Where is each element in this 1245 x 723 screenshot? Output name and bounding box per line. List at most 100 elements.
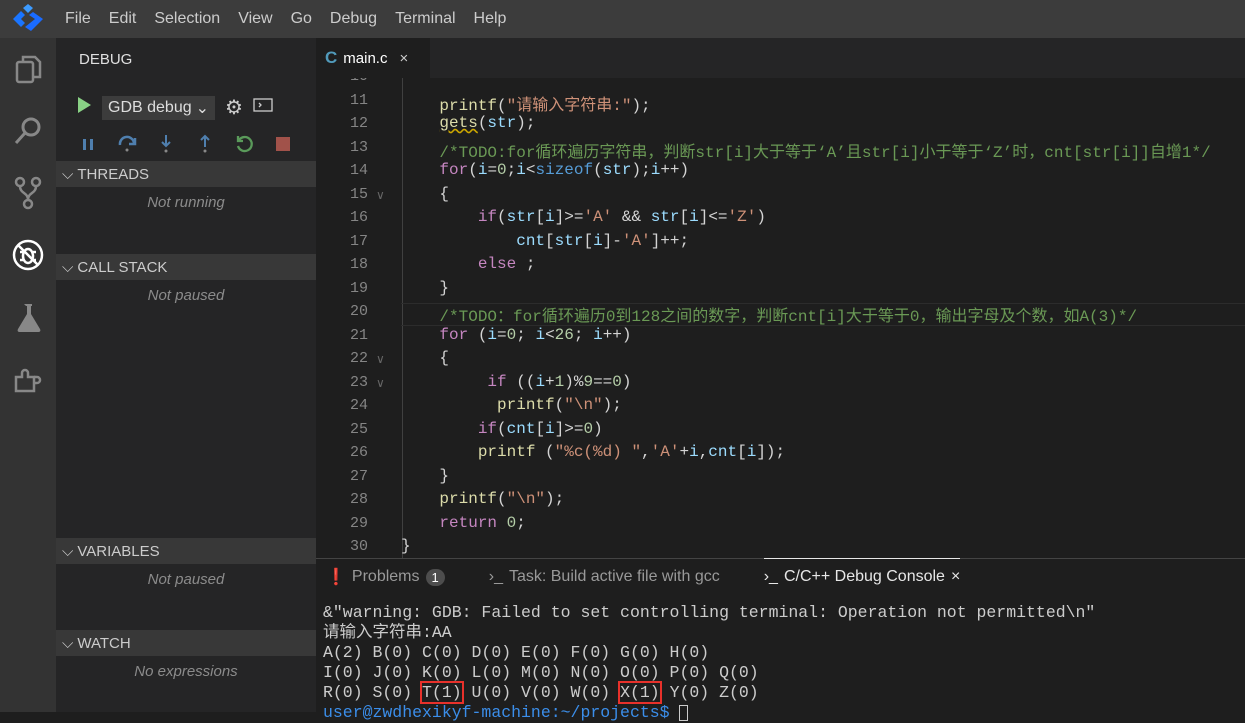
code-token: 0 bbox=[583, 419, 594, 438]
variables-empty: Not paused bbox=[147, 571, 225, 588]
code-token: return bbox=[439, 513, 498, 532]
debug-console-output[interactable]: &"warning: GDB: Failed to set controllin… bbox=[323, 603, 1095, 723]
line-number: 16 bbox=[349, 209, 368, 226]
line-number: 24 bbox=[349, 397, 368, 414]
gear-icon[interactable]: ⚙ bbox=[225, 95, 243, 120]
code-token: i bbox=[487, 325, 498, 344]
chevron-down-icon: ⌵ bbox=[62, 258, 74, 276]
shell-prompt: user@zwdhexikyf-machine:~/projects$ bbox=[323, 703, 670, 722]
watch-section-header[interactable]: ⌵ WATCH bbox=[56, 630, 316, 656]
close-icon[interactable]: × bbox=[399, 50, 408, 67]
code-token: i bbox=[477, 161, 488, 179]
fold-chevron-icon[interactable]: ∨ bbox=[376, 352, 385, 366]
code-token: ++) bbox=[660, 161, 690, 179]
tab-task-build[interactable]: ›_ Task: Build active file with gcc bbox=[489, 567, 720, 587]
extensions-icon[interactable] bbox=[0, 348, 56, 410]
debug-config-select[interactable]: GDB debug ⌄ bbox=[102, 95, 216, 120]
menu-help[interactable]: Help bbox=[465, 10, 516, 28]
code-token: i bbox=[516, 161, 526, 179]
line-number: 20 bbox=[349, 303, 368, 320]
code-token: ]); bbox=[756, 443, 786, 461]
code-token: [ bbox=[535, 419, 546, 438]
code-token: && bbox=[612, 208, 651, 226]
section-label: VARIABLES bbox=[77, 542, 160, 560]
menu-terminal[interactable]: Terminal bbox=[386, 10, 464, 28]
code-token: 'A' bbox=[621, 231, 651, 250]
debug-icon[interactable] bbox=[0, 224, 56, 286]
close-icon[interactable]: × bbox=[951, 568, 960, 586]
code-token: ]<= bbox=[698, 208, 728, 226]
fold-chevron-icon[interactable]: ∨ bbox=[376, 188, 385, 202]
code-token: ( bbox=[554, 396, 565, 414]
menu-debug[interactable]: Debug bbox=[321, 10, 386, 28]
threads-empty: Not running bbox=[147, 194, 225, 211]
code-token: { bbox=[401, 184, 450, 203]
code-line: gets(str); bbox=[401, 114, 535, 132]
step-out-icon[interactable] bbox=[195, 134, 215, 154]
console-prompt-line: user@zwdhexikyf-machine:~/projects$ bbox=[323, 703, 1095, 723]
code-token: ; bbox=[573, 325, 594, 344]
console-line: 请输入字符串:AA bbox=[323, 623, 452, 642]
tab-debug-console[interactable]: ›_ C/C++ Debug Console × bbox=[763, 558, 961, 587]
tab-main-c[interactable]: C main.c × bbox=[316, 38, 430, 78]
search-icon[interactable] bbox=[0, 100, 56, 162]
menu-go[interactable]: Go bbox=[282, 10, 321, 28]
menu-file[interactable]: File bbox=[56, 10, 100, 28]
code-token: if bbox=[477, 208, 498, 226]
step-over-icon[interactable] bbox=[117, 134, 137, 154]
pause-icon[interactable] bbox=[78, 134, 98, 154]
panel-tabs: ❗ Problems 1 ›_ Task: Build active file wit… bbox=[326, 558, 961, 587]
code-token: ); bbox=[545, 490, 565, 508]
debug-config-value: GDB debug bbox=[108, 98, 192, 116]
code-token: printf bbox=[439, 490, 498, 508]
console-text: R(0) S(0) bbox=[323, 683, 423, 702]
code-token: "%c(%d) " bbox=[554, 443, 642, 461]
code-token: ( bbox=[497, 419, 507, 438]
code-line: if ((i+1)%9==0) bbox=[401, 372, 631, 391]
code-token: for bbox=[439, 161, 469, 179]
start-debugging-button[interactable] bbox=[76, 96, 92, 119]
code-token: ]>= bbox=[554, 419, 584, 438]
code-token: ( bbox=[468, 325, 488, 344]
step-into-icon[interactable] bbox=[156, 134, 176, 154]
source-control-icon[interactable] bbox=[0, 162, 56, 224]
variables-section-header[interactable]: ⌵ VARIABLES bbox=[56, 538, 316, 564]
code-token: , bbox=[698, 443, 709, 461]
section-label: THREADS bbox=[77, 165, 150, 183]
call-stack-section-header[interactable]: ⌵ CALL STACK bbox=[56, 254, 316, 280]
tab-problems[interactable]: ❗ Problems 1 bbox=[326, 567, 445, 587]
code-token: [ bbox=[679, 208, 690, 226]
threads-section-header[interactable]: ⌵ THREADS bbox=[56, 161, 316, 187]
code-token: == bbox=[593, 372, 613, 391]
code-line: { bbox=[401, 349, 449, 367]
console-line: &"warning: GDB: Failed to set controllin… bbox=[323, 603, 1096, 622]
code-editor[interactable]: 1011 printf("请输入字符串:");12 gets(str);13 /… bbox=[316, 78, 1245, 558]
test-flask-icon[interactable] bbox=[0, 286, 56, 348]
files-icon[interactable] bbox=[0, 38, 56, 100]
terminal-icon: ›_ bbox=[763, 568, 778, 585]
menu-view[interactable]: View bbox=[229, 10, 281, 28]
code-token: str bbox=[650, 208, 680, 226]
code-token: )% bbox=[564, 372, 584, 391]
menu-edit[interactable]: Edit bbox=[100, 10, 146, 28]
fold-chevron-icon[interactable]: ∨ bbox=[376, 376, 385, 390]
debug-console-icon[interactable] bbox=[253, 97, 273, 118]
restart-icon[interactable] bbox=[234, 134, 254, 154]
code-token: 'A' bbox=[650, 443, 680, 461]
menu-selection[interactable]: Selection bbox=[145, 10, 229, 28]
code-token: str bbox=[554, 231, 584, 250]
code-line: else ; bbox=[401, 255, 536, 273]
stop-icon[interactable] bbox=[273, 134, 293, 154]
code-token: (( bbox=[506, 372, 536, 391]
code-token: /*TODO：for循环遍历0到128之间的数字，判断cnt[i]大于等于0，输… bbox=[439, 308, 1138, 326]
debug-sidebar: DEBUG GDB debug ⌄ ⚙ ⌵ THREADS Not running … bbox=[56, 38, 316, 712]
code-token: 0 bbox=[612, 372, 622, 391]
